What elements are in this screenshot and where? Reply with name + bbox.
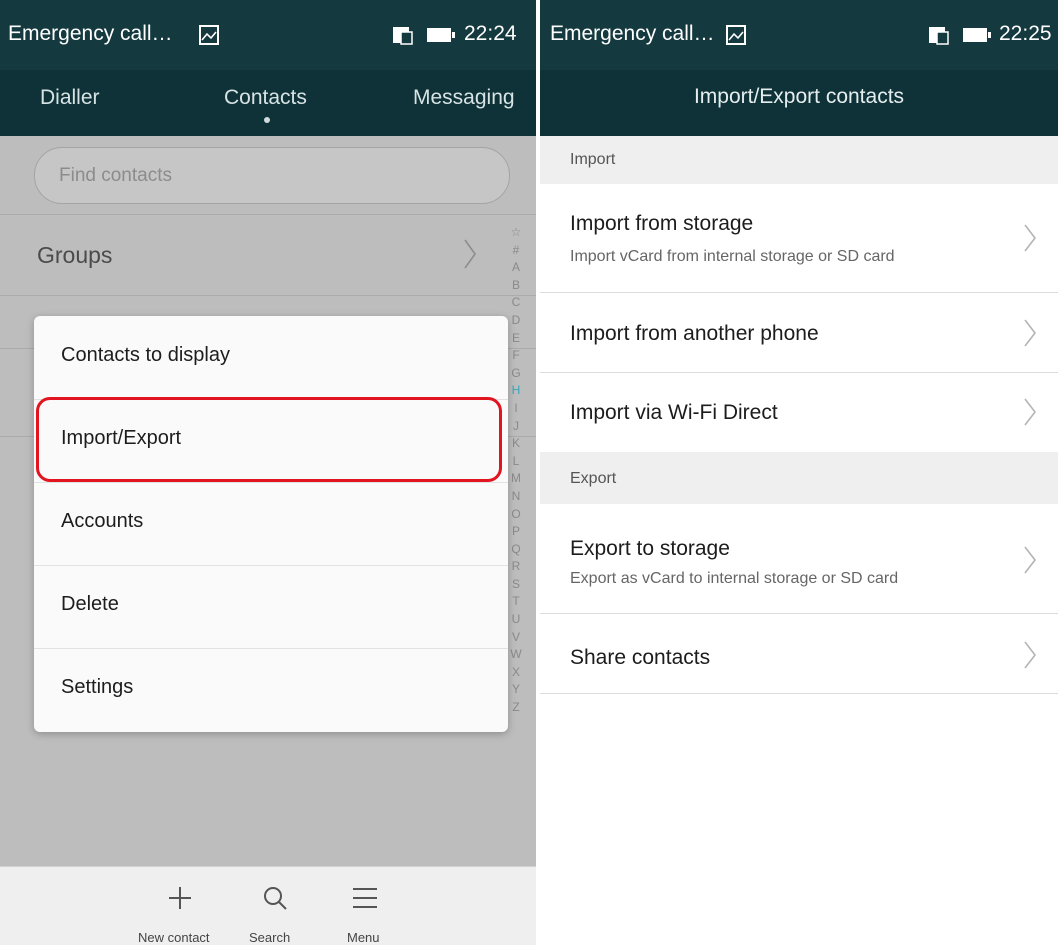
alphabet-letter[interactable]: M	[509, 470, 523, 488]
menu-item-contacts-to-display[interactable]: Contacts to display	[34, 316, 508, 399]
menu-button[interactable]: Menu	[335, 867, 395, 945]
tab-bar: Dialler Contacts Messaging	[0, 70, 536, 136]
alphabet-letter[interactable]: L	[509, 453, 523, 471]
alphabet-letter[interactable]: ☆	[509, 224, 523, 242]
new-contact-label: New contact	[138, 930, 210, 945]
alphabet-letter[interactable]: J	[509, 418, 523, 436]
battery-icon	[963, 28, 991, 42]
menu-item-label: Delete	[61, 593, 119, 615]
overflow-menu: Contacts to display Import/Export Accoun…	[34, 316, 508, 732]
alphabet-letter[interactable]: U	[509, 611, 523, 629]
alphabet-letter[interactable]: A	[509, 259, 523, 277]
import-via-wifi-direct-item[interactable]: Import via Wi-Fi Direct	[540, 373, 1058, 452]
sim-icon	[929, 27, 949, 45]
search-box[interactable]	[34, 147, 510, 204]
alphabet-letter[interactable]: Q	[509, 541, 523, 559]
import-export-screen: Emergency call… 22:25 Import/Export cont…	[540, 0, 1058, 945]
divider	[0, 214, 536, 215]
status-title: Emergency call…	[550, 22, 715, 45]
alphabet-letter[interactable]: P	[509, 523, 523, 541]
chevron-right-icon	[464, 239, 476, 269]
share-contacts-item[interactable]: Share contacts	[540, 614, 1058, 693]
app-bar: Import/Export contacts	[540, 70, 1058, 136]
status-time: 22:24	[464, 22, 517, 45]
section-header-label: Export	[570, 470, 617, 487]
alphabet-letter[interactable]: B	[509, 277, 523, 295]
alphabet-letter[interactable]: F	[509, 347, 523, 365]
alphabet-index[interactable]: ☆ # A B C D E F G H I J K L M N O P Q R S T U V W X Y Z	[509, 224, 523, 717]
battery-icon	[427, 28, 455, 42]
section-header-label: Import	[570, 151, 616, 168]
alphabet-letter[interactable]: O	[509, 506, 523, 524]
divider	[0, 295, 536, 296]
menu-item-accounts[interactable]: Accounts	[34, 482, 508, 565]
sim-icon	[393, 27, 413, 45]
alphabet-letter[interactable]: C	[509, 294, 523, 312]
image-icon	[726, 25, 746, 45]
chevron-right-icon	[1024, 224, 1037, 252]
item-title: Import from storage	[570, 212, 754, 235]
menu-icon	[353, 888, 377, 908]
status-bar: Emergency call… 22:25	[540, 0, 1058, 70]
import-from-storage-item[interactable]: Import from storage Import vCard from in…	[540, 184, 1058, 293]
item-title: Share contacts	[570, 646, 711, 669]
item-subtitle: Export as vCard to internal storage or S…	[570, 570, 899, 587]
status-time: 22:25	[999, 22, 1052, 45]
chevron-right-icon	[1024, 319, 1037, 347]
image-icon	[199, 25, 219, 45]
plus-icon	[169, 887, 191, 909]
alphabet-letter[interactable]: K	[509, 435, 523, 453]
section-header-import: Import	[540, 136, 1058, 184]
alphabet-letter[interactable]: I	[509, 400, 523, 418]
contacts-screen: Emergency call… 22:24 Dialler Contacts M…	[0, 0, 536, 945]
status-bar: Emergency call… 22:24	[0, 0, 536, 70]
alphabet-letter[interactable]: S	[509, 576, 523, 594]
menu-item-label: Contacts to display	[61, 344, 230, 366]
alphabet-letter[interactable]: #	[509, 242, 523, 260]
tab-dialler[interactable]: Dialler	[40, 86, 100, 110]
item-title: Import from another phone	[570, 322, 819, 345]
alphabet-letter[interactable]: W	[509, 646, 523, 664]
groups-label[interactable]: Groups	[37, 242, 112, 269]
divider	[540, 693, 1058, 694]
alphabet-letter[interactable]: X	[509, 664, 523, 682]
item-title: Import via Wi-Fi Direct	[570, 401, 778, 424]
item-title: Export to storage	[570, 537, 730, 560]
search-icon	[264, 887, 287, 910]
alphabet-letter[interactable]: V	[509, 629, 523, 647]
alphabet-letter[interactable]: N	[509, 488, 523, 506]
tab-messaging[interactable]: Messaging	[413, 86, 515, 110]
menu-item-settings[interactable]: Settings	[34, 648, 508, 731]
menu-item-delete[interactable]: Delete	[34, 565, 508, 648]
search-input[interactable]	[57, 148, 481, 203]
search-button[interactable]: Search	[240, 867, 310, 945]
chevron-right-icon	[1024, 641, 1037, 669]
section-header-export: Export	[540, 452, 1058, 504]
status-title: Emergency call…	[8, 22, 173, 45]
alphabet-letter[interactable]: Y	[509, 681, 523, 699]
chevron-right-icon	[1024, 546, 1037, 574]
page-title: Import/Export contacts	[693, 85, 905, 108]
new-contact-button[interactable]: New contact	[130, 867, 230, 945]
alphabet-letter[interactable]: G	[509, 365, 523, 383]
alphabet-letter[interactable]: Z	[509, 699, 523, 717]
highlight-box	[36, 397, 502, 482]
alphabet-letter[interactable]: E	[509, 330, 523, 348]
active-tab-indicator	[264, 117, 270, 123]
menu-label: Menu	[347, 930, 380, 945]
alphabet-letter[interactable]: D	[509, 312, 523, 330]
chevron-right-icon	[1024, 398, 1037, 426]
tab-contacts[interactable]: Contacts	[224, 86, 307, 110]
item-subtitle: Import vCard from internal storage or SD…	[570, 248, 895, 265]
search-label: Search	[249, 930, 291, 945]
menu-item-label: Settings	[61, 676, 134, 698]
alphabet-letter[interactable]: H	[509, 382, 523, 400]
bottom-bar: New contact Search Menu	[0, 866, 536, 945]
export-to-storage-item[interactable]: Export to storage Export as vCard to int…	[540, 504, 1058, 613]
import-from-another-phone-item[interactable]: Import from another phone	[540, 293, 1058, 372]
alphabet-letter[interactable]: R	[509, 558, 523, 576]
alphabet-letter[interactable]: T	[509, 593, 523, 611]
menu-item-label: Accounts	[61, 510, 144, 532]
